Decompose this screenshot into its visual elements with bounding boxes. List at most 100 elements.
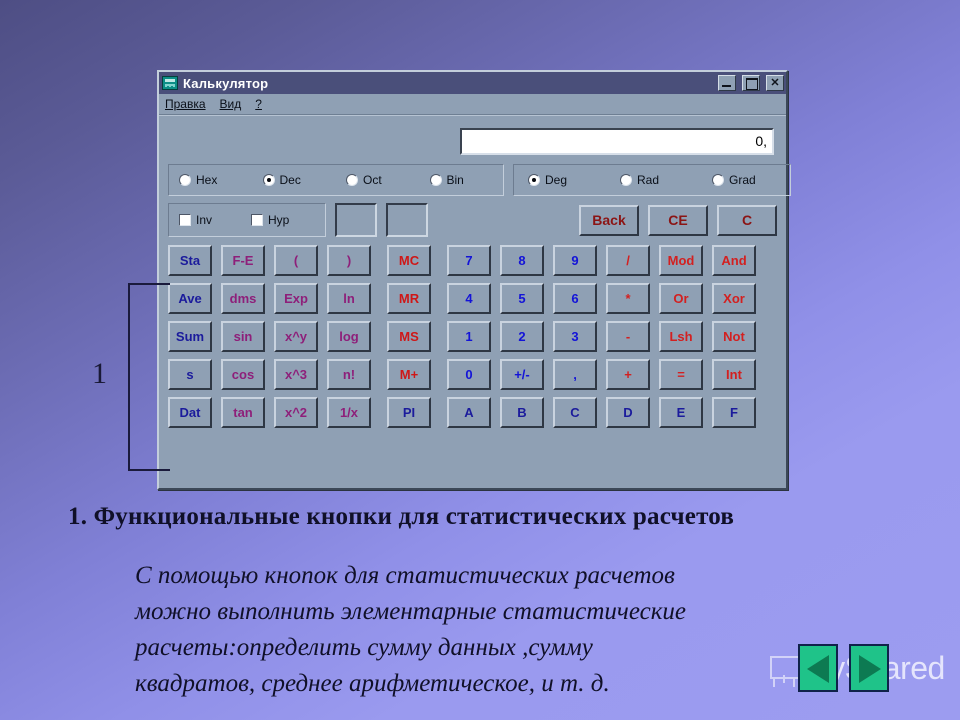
radio-deg[interactable]: Deg [514,173,606,187]
key-7[interactable]: 7 [447,245,491,276]
edit-button-group: Back CE C [579,204,777,236]
radio-grad-mark[interactable] [712,174,724,186]
close-icon[interactable]: ✕ [766,75,784,91]
key-4[interactable]: 4 [447,283,491,314]
maximize-button[interactable] [742,75,760,91]
key-m-plus[interactable]: M+ [387,359,431,390]
key-ln[interactable]: ln [327,283,371,314]
slide-body-line: можно выполнить элементарные статистичес… [135,598,687,625]
menu-item-help[interactable]: ? [255,97,262,111]
key-multiply[interactable]: * [606,283,650,314]
radio-rad[interactable]: Rad [606,173,698,187]
radio-oct-label: Oct [363,173,382,187]
checkbox-inv-mark[interactable] [179,214,191,226]
radio-rad-label: Rad [637,173,660,187]
key-mc[interactable]: MC [387,245,431,276]
key-divide[interactable]: / [606,245,650,276]
key-dms[interactable]: dms [221,283,265,314]
key-or[interactable]: Or [659,283,703,314]
key-ms[interactable]: MS [387,321,431,352]
keypad-row: Dat tan x^2 1/x PI A B C D E F [168,397,777,428]
navigation-buttons [798,644,889,692]
key-2[interactable]: 2 [500,321,544,352]
keypad-row: Sta F-E ( ) MC 7 8 9 / Mod And [168,245,777,276]
key-reciprocal[interactable]: 1/x [327,397,371,428]
key-hex-f[interactable]: F [712,397,756,428]
radio-grad-label: Grad [729,173,756,187]
key-ave[interactable]: Ave [168,283,212,314]
back-button[interactable]: Back [579,204,639,236]
key-and[interactable]: And [712,245,756,276]
title-bar[interactable]: Калькулятор ✕ [159,72,786,94]
key-0[interactable]: 0 [447,359,491,390]
checkbox-inv[interactable]: Inv [169,213,241,227]
key-log[interactable]: log [327,321,371,352]
radio-hex[interactable]: Hex [169,173,253,187]
key-plus[interactable]: + [606,359,650,390]
key-sign-toggle[interactable]: +/- [500,359,544,390]
menu-item-view-label: Вид [219,97,242,111]
radio-oct-mark[interactable] [346,174,358,186]
radio-deg-mark[interactable] [528,174,540,186]
key-pi[interactable]: PI [387,397,431,428]
key-close-paren[interactable]: ) [327,245,371,276]
minimize-button[interactable] [718,75,736,91]
key-x-pow-y[interactable]: x^y [274,321,318,352]
key-exp[interactable]: Exp [274,283,318,314]
checkbox-hyp[interactable]: Hyp [241,213,313,227]
key-f-e[interactable]: F-E [221,245,265,276]
key-cos[interactable]: cos [221,359,265,390]
key-factorial[interactable]: n! [327,359,371,390]
radio-bin[interactable]: Bin [420,173,504,187]
radio-dec-mark[interactable] [262,174,275,186]
display-field[interactable]: 0, [460,128,774,155]
radio-grad[interactable]: Grad [698,173,790,187]
key-hex-c[interactable]: C [553,397,597,428]
key-sta[interactable]: Sta [168,245,212,276]
radio-bin-mark[interactable] [429,174,442,186]
key-1[interactable]: 1 [447,321,491,352]
menu-item-view[interactable]: Вид [220,97,242,111]
clear-button[interactable]: C [717,204,777,236]
key-6[interactable]: 6 [553,283,597,314]
key-hex-e[interactable]: E [659,397,703,428]
key-lsh[interactable]: Lsh [659,321,703,352]
key-s[interactable]: s [168,359,212,390]
menu-item-edit-label: Правка [165,97,206,111]
key-dat[interactable]: Dat [168,397,212,428]
key-tan[interactable]: tan [221,397,265,428]
key-equals[interactable]: = [659,359,703,390]
checkbox-hyp-mark[interactable] [251,214,263,226]
key-9[interactable]: 9 [553,245,597,276]
key-x-squared[interactable]: x^2 [274,397,318,428]
key-decimal-separator[interactable]: , [553,359,597,390]
key-not[interactable]: Not [712,321,756,352]
key-hex-a[interactable]: A [447,397,491,428]
key-8[interactable]: 8 [500,245,544,276]
radio-hex-mark[interactable] [179,174,191,186]
key-int[interactable]: Int [712,359,756,390]
radio-bin-label: Bin [446,173,464,187]
key-mod[interactable]: Mod [659,245,703,276]
annotation-bracket [128,283,170,471]
radio-rad-mark[interactable] [620,174,632,186]
key-x-cubed[interactable]: x^3 [274,359,318,390]
radio-dec[interactable]: Dec [253,173,337,187]
key-hex-b[interactable]: B [500,397,544,428]
radio-oct[interactable]: Oct [336,173,420,187]
keypad-row: Ave dms Exp ln MR 4 5 6 * Or Xor [168,283,777,314]
key-3[interactable]: 3 [553,321,597,352]
key-xor[interactable]: Xor [712,283,756,314]
clear-entry-button[interactable]: CE [648,204,708,236]
key-mr[interactable]: MR [387,283,431,314]
key-sum[interactable]: Sum [168,321,212,352]
stat-box-indicator [386,203,428,237]
key-open-paren[interactable]: ( [274,245,318,276]
triangle-left-icon[interactable] [798,644,838,692]
key-minus[interactable]: - [606,321,650,352]
key-sin[interactable]: sin [221,321,265,352]
key-hex-d[interactable]: D [606,397,650,428]
key-5[interactable]: 5 [500,283,544,314]
menu-item-edit[interactable]: Правка [165,97,206,111]
triangle-right-icon[interactable] [849,644,889,692]
